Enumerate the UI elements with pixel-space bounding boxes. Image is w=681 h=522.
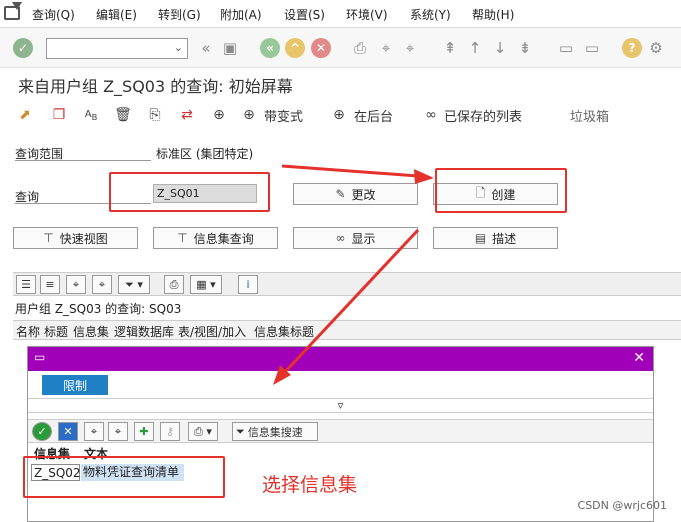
arrowhead-icon (414, 169, 434, 184)
arrow-to-create (281, 164, 419, 178)
arrow-to-dialog (283, 228, 420, 374)
watermark: CSDN @wrjc601 (577, 499, 667, 512)
annotation-arrows (273, 164, 434, 385)
